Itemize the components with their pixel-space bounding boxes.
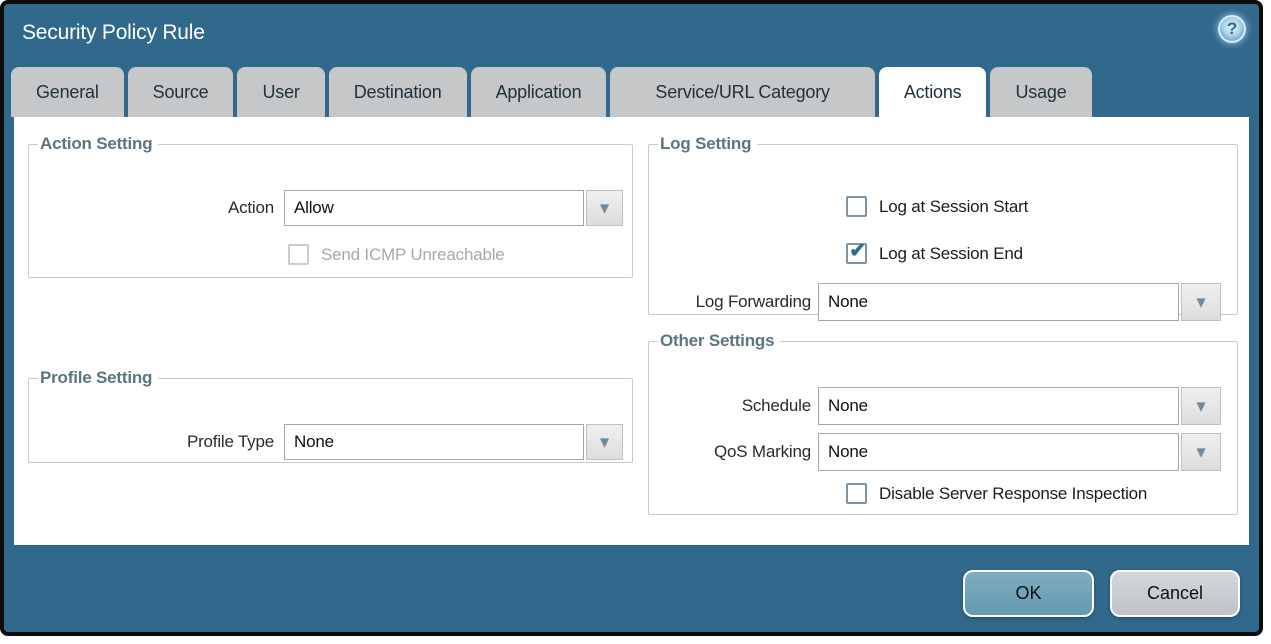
qos-marking-label: QoS Marking: [649, 442, 811, 462]
log-session-end-row: ✔ Log at Session End: [649, 243, 1237, 264]
profile-type-dropdown[interactable]: None ▼: [284, 424, 623, 460]
action-label: Action: [29, 198, 274, 218]
disable-server-response-inspection-label: Disable Server Response Inspection: [879, 484, 1147, 504]
log-forwarding-dropdown-value: None: [818, 283, 1179, 321]
send-icmp-unreachable-label: Send ICMP Unreachable: [321, 245, 505, 265]
tab-bar: General Source User Destination Applicat…: [11, 67, 1092, 117]
tab-destination[interactable]: Destination: [329, 67, 467, 117]
log-forwarding-row: Log Forwarding None ▼: [649, 283, 1237, 321]
send-icmp-row: Send ICMP Unreachable: [29, 244, 632, 265]
content-panel: Action Setting Action Allow ▼ Send ICMP …: [14, 117, 1249, 545]
chevron-down-icon: ▼: [597, 434, 612, 451]
action-dropdown-button[interactable]: ▼: [586, 190, 623, 226]
action-row: Action Allow ▼: [29, 190, 632, 226]
log-at-session-end-label: Log at Session End: [879, 244, 1023, 264]
other-settings-legend: Other Settings: [658, 331, 780, 351]
profile-setting-group: Profile Setting Profile Type None ▼: [28, 368, 633, 463]
log-forwarding-label: Log Forwarding: [649, 292, 811, 312]
action-setting-group: Action Setting Action Allow ▼ Send ICMP …: [28, 134, 633, 278]
log-at-session-end-checkbox[interactable]: ✔ Log at Session End: [846, 243, 1023, 264]
profile-type-dropdown-button[interactable]: ▼: [586, 424, 623, 460]
send-icmp-unreachable-checkbox: Send ICMP Unreachable: [288, 244, 505, 265]
help-icon[interactable]: ?: [1218, 15, 1246, 43]
checkbox-icon: [846, 196, 867, 217]
dialog-titlebar: Security Policy Rule ?: [4, 4, 1259, 66]
action-setting-legend: Action Setting: [38, 134, 158, 154]
action-dropdown[interactable]: Allow ▼: [284, 190, 623, 226]
profile-type-row: Profile Type None ▼: [29, 424, 632, 460]
dialog-title: Security Policy Rule: [22, 21, 205, 45]
tab-user[interactable]: User: [237, 67, 324, 117]
profile-type-label: Profile Type: [29, 432, 274, 452]
log-forwarding-dropdown-button[interactable]: ▼: [1181, 283, 1221, 321]
tab-application[interactable]: Application: [471, 67, 607, 117]
chevron-down-icon: ▼: [1194, 398, 1209, 415]
tab-service-url-category[interactable]: Service/URL Category: [610, 67, 874, 117]
profile-type-dropdown-value: None: [284, 424, 584, 460]
tab-actions[interactable]: Actions: [879, 67, 987, 117]
tab-usage[interactable]: Usage: [990, 67, 1091, 117]
log-at-session-start-checkbox[interactable]: Log at Session Start: [846, 196, 1028, 217]
log-at-session-start-label: Log at Session Start: [879, 197, 1028, 217]
log-setting-legend: Log Setting: [658, 134, 757, 154]
other-settings-group: Other Settings Schedule None ▼ QoS Marki…: [648, 331, 1238, 515]
schedule-label: Schedule: [649, 396, 811, 416]
cancel-button[interactable]: Cancel: [1110, 570, 1240, 617]
action-dropdown-value: Allow: [284, 190, 584, 226]
ok-button[interactable]: OK: [963, 570, 1094, 617]
schedule-row: Schedule None ▼: [649, 387, 1237, 425]
tab-general[interactable]: General: [11, 67, 124, 117]
checkmark-icon: ✔: [846, 243, 867, 264]
checkbox-icon: [288, 244, 309, 265]
log-setting-group: Log Setting Log at Session Start ✔ Log a…: [648, 134, 1238, 315]
log-session-start-row: Log at Session Start: [649, 196, 1237, 217]
help-glyph: ?: [1227, 19, 1237, 39]
dsri-row: Disable Server Response Inspection: [649, 483, 1237, 504]
schedule-dropdown-value: None: [818, 387, 1179, 425]
chevron-down-icon: ▼: [1194, 294, 1209, 311]
schedule-dropdown-button[interactable]: ▼: [1181, 387, 1221, 425]
profile-setting-legend: Profile Setting: [38, 368, 158, 388]
log-forwarding-dropdown[interactable]: None ▼: [818, 283, 1221, 321]
security-policy-rule-dialog: Security Policy Rule ? General Source Us…: [0, 0, 1263, 636]
chevron-down-icon: ▼: [597, 200, 612, 217]
checkbox-icon: [846, 483, 867, 504]
qos-marking-row: QoS Marking None ▼: [649, 433, 1237, 471]
chevron-down-icon: ▼: [1194, 444, 1209, 461]
qos-marking-dropdown-button[interactable]: ▼: [1181, 433, 1221, 471]
qos-marking-dropdown[interactable]: None ▼: [818, 433, 1221, 471]
schedule-dropdown[interactable]: None ▼: [818, 387, 1221, 425]
disable-server-response-inspection-checkbox[interactable]: Disable Server Response Inspection: [846, 483, 1147, 504]
qos-marking-dropdown-value: None: [818, 433, 1179, 471]
tab-source[interactable]: Source: [128, 67, 234, 117]
